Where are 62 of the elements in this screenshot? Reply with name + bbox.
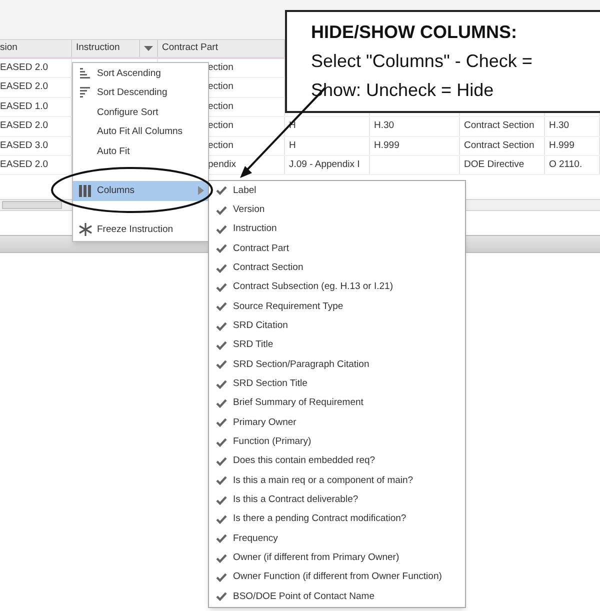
menu-item[interactable]: Function (Primary) xyxy=(209,432,465,452)
menu-item[interactable]: SRD Section/Paragraph Citation xyxy=(209,355,465,374)
menu-item[interactable]: Is this a main req or a component of main? xyxy=(209,471,465,490)
menu-item[interactable]: Source Requirement Type xyxy=(209,297,465,316)
menu-item[interactable]: Brief Summary of Requirement xyxy=(209,394,465,414)
table-cell: H.30 xyxy=(374,119,394,134)
menu-item[interactable]: Contract Part xyxy=(209,239,465,258)
menu-item[interactable]: Contract Subsection (eg. H.13 or I.21) xyxy=(209,278,465,298)
column-header[interactable]: Contract Part xyxy=(162,41,218,56)
table-cell: H xyxy=(289,138,296,153)
menu-item[interactable]: Label xyxy=(209,181,465,200)
table-cell: Contract Section xyxy=(464,138,534,153)
columns-icon xyxy=(79,184,91,197)
menu-item[interactable]: Is this a Contract deliverable? xyxy=(209,490,465,510)
menu-item[interactable]: Contract Section xyxy=(209,258,465,278)
column-header[interactable]: sion xyxy=(0,41,18,56)
table-cell: H.999 xyxy=(374,138,400,153)
table-cell: ection xyxy=(208,61,234,76)
table-cell-text: ection xyxy=(208,80,234,94)
menu-item[interactable]: Auto Fit xyxy=(73,142,208,162)
menu-item[interactable]: Does this contain embedded req? xyxy=(209,452,465,472)
callout-text: Select "Columns" - Check = Show: Uncheck = Hide xyxy=(311,50,534,102)
asterisk-icon xyxy=(78,223,92,236)
dropdown-icon[interactable] xyxy=(144,46,153,51)
menu-item[interactable]: Configure Sort xyxy=(73,103,208,122)
scrollbar-thumb[interactable] xyxy=(2,201,62,210)
menu-item[interactable]: Freeze Instruction xyxy=(73,220,208,240)
menu-item[interactable]: Primary Owner xyxy=(209,413,465,432)
table-cell: Contract Section xyxy=(464,119,534,134)
menu-item[interactable]: SRD Section Title xyxy=(209,374,465,394)
menu-item[interactable]: SRD Title xyxy=(209,336,465,356)
menu-item[interactable]: Columns xyxy=(73,181,208,200)
table-cell: EASED 2.0 xyxy=(0,61,48,76)
menu-item[interactable]: SRD Citation xyxy=(209,316,465,336)
table-cell: ection xyxy=(208,119,234,134)
menu-item[interactable]: Is there a pending Contract modification? xyxy=(209,510,465,530)
table-cell: EASED 2.0 xyxy=(0,158,48,172)
sort-ascending-icon xyxy=(80,68,90,80)
submenu-arrow-icon xyxy=(198,186,204,196)
table-cell: ection xyxy=(208,138,234,153)
menu-item[interactable]: Sort Descending xyxy=(73,84,208,103)
menu-item[interactable]: Version xyxy=(209,200,465,220)
sort-descending-icon xyxy=(80,87,90,100)
callout-title: HIDE/SHOW COLUMNS: xyxy=(311,21,518,44)
table-cell: DOE Directive xyxy=(464,158,524,172)
table-cell: EASED 2.0 xyxy=(0,119,48,134)
table-cell: EASED 3.0 xyxy=(0,138,48,153)
table-cell-text: ection xyxy=(208,100,234,114)
menu-item[interactable]: Sort Ascending xyxy=(73,64,208,84)
table-cell: J.09 - Appendix I xyxy=(289,158,360,172)
menu-item[interactable]: Auto Fit All Columns xyxy=(73,122,208,142)
menu-item[interactable]: Owner Function (if different from Owner Function) xyxy=(209,568,465,588)
table-cell: H.30 xyxy=(549,119,570,134)
table-cell-text: EASED 1.0 xyxy=(0,100,48,114)
menu-item[interactable]: Owner (if different from Primary Owner) xyxy=(209,548,465,568)
table-cell: H.999 xyxy=(549,138,574,153)
menu-item[interactable]: Frequency xyxy=(209,529,465,549)
table-cell: O 2110. xyxy=(549,158,582,172)
table-cell-text: EASED 2.0 xyxy=(0,80,48,94)
menu-item[interactable]: BSO/DOE Point of Contact Name xyxy=(209,587,465,607)
menu-item[interactable]: Instruction xyxy=(209,220,465,240)
column-header[interactable]: Instruction xyxy=(76,41,120,56)
